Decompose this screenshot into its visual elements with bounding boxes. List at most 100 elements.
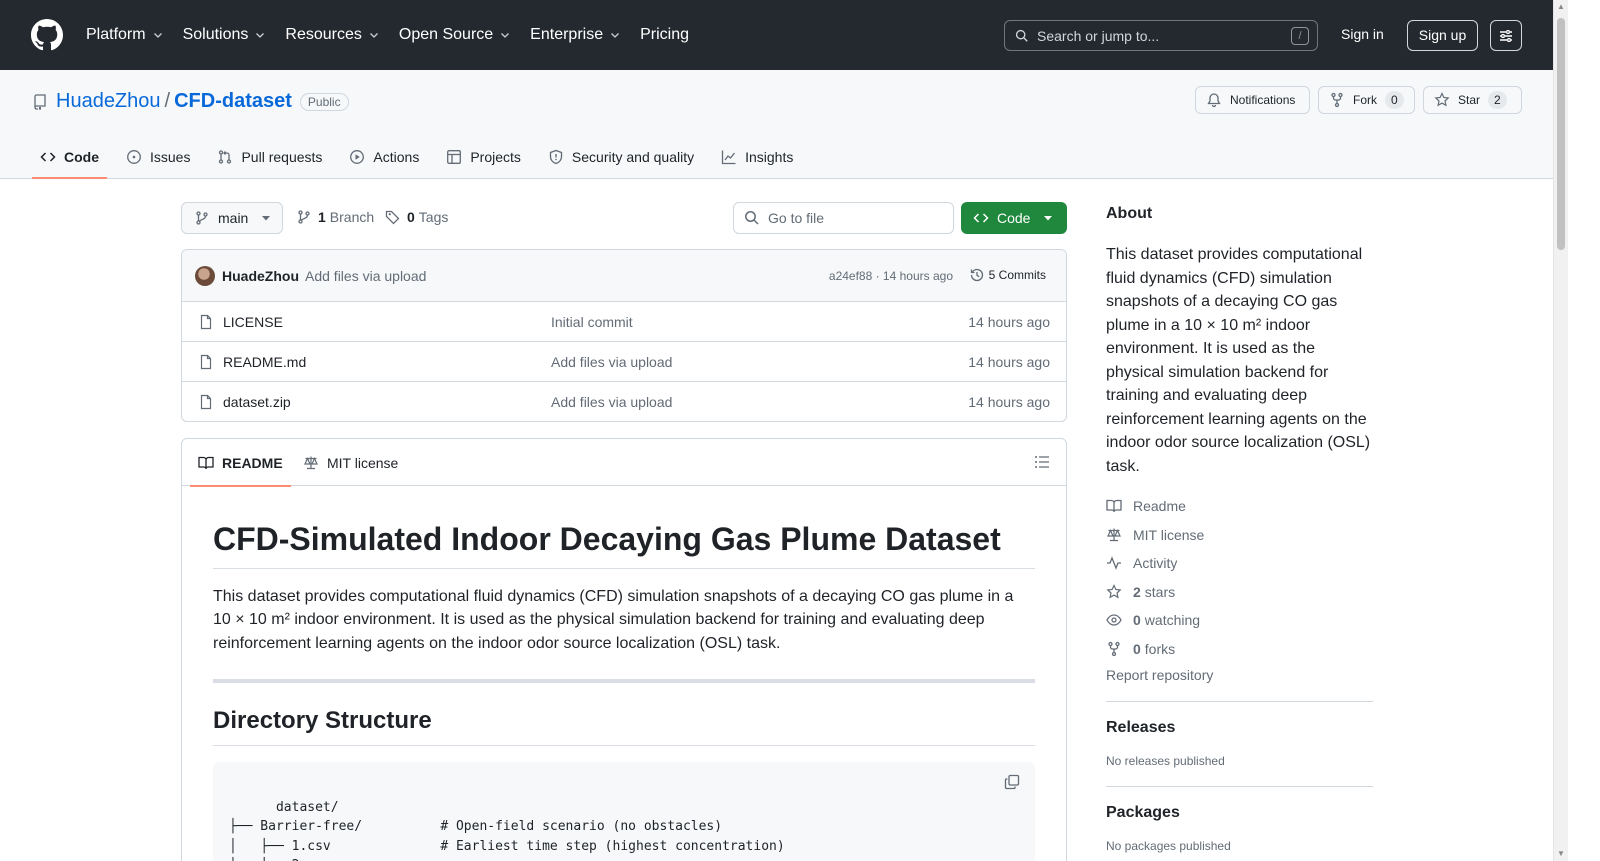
tab-actions-label: Actions (373, 149, 420, 165)
tab-code[interactable]: Code (32, 137, 107, 179)
nav-open-source[interactable]: Open Source (399, 24, 511, 46)
nav-resources-label: Resources (285, 26, 362, 43)
commit-sha-time[interactable]: a24ef88 · 14 hours ago (829, 269, 953, 283)
commit-author[interactable]: HuadeZhou (222, 268, 299, 284)
tab-license[interactable]: MIT license (303, 439, 398, 486)
readme-intro: This dataset provides computational flui… (213, 587, 1014, 652)
file-name[interactable]: LICENSE (223, 314, 283, 330)
search-shortcut-key: / (1291, 27, 1309, 45)
file-row[interactable]: LICENSE Initial commit 14 hours ago (182, 302, 1066, 342)
tab-code-label: Code (64, 149, 99, 165)
tab-readme[interactable]: README (190, 439, 291, 487)
chevron-down-icon (369, 33, 378, 38)
tag-label: Tags (418, 209, 449, 225)
avatar[interactable] (195, 266, 215, 286)
watching-count: 0 (1133, 612, 1141, 629)
tags-link[interactable]: 0 Tags (385, 209, 448, 225)
scroll-up-arrow-icon[interactable]: ▲ (1557, 3, 1565, 11)
code-block: dataset/ ├── Barrier-free/ # Open-field … (213, 762, 1035, 861)
watchers-link[interactable]: 0 watching (1106, 606, 1373, 635)
star-button[interactable]: Star 2 (1423, 86, 1522, 114)
file-name[interactable]: README.md (223, 354, 306, 370)
file-commit-message[interactable]: Add files via upload (551, 354, 672, 370)
nav-enterprise-label: Enterprise (530, 26, 604, 43)
pulse-icon (1107, 556, 1121, 571)
file-age: 14 hours ago (968, 394, 1050, 410)
sign-up-button[interactable]: Sign up (1407, 20, 1478, 51)
github-logo-icon[interactable] (31, 19, 63, 51)
repo-owner-link[interactable]: HuadeZhou (56, 90, 161, 113)
nav-platform[interactable]: Platform (86, 24, 164, 46)
visibility-badge: Public (299, 92, 349, 111)
branch-count: 1 (318, 209, 326, 225)
page-scrollbar[interactable]: ▲ ▼ (1553, 0, 1568, 861)
file-name[interactable]: dataset.zip (223, 394, 291, 410)
nav-resources[interactable]: Resources (285, 24, 379, 46)
commit-message[interactable]: Add files via upload (305, 268, 426, 284)
tab-security[interactable]: Security and quality (540, 137, 702, 177)
tab-security-label: Security and quality (571, 149, 695, 165)
code-button-label: Code (997, 210, 1031, 226)
copy-icon[interactable] (1004, 774, 1020, 790)
stars-count: 2 (1133, 583, 1141, 600)
notifications-button[interactable]: Notifications (1195, 86, 1310, 114)
readme-link[interactable]: Readme (1106, 492, 1373, 521)
menu-button[interactable] (1490, 20, 1522, 51)
branches-link[interactable]: 1 Branch (296, 209, 374, 225)
go-to-file-input[interactable]: Go to file (733, 202, 954, 234)
nav-pricing[interactable]: Pricing (640, 24, 689, 46)
book-icon (1106, 500, 1122, 513)
star-icon (1434, 92, 1450, 107)
tab-projects[interactable]: Projects (438, 137, 529, 177)
fork-button[interactable]: Fork 0 (1318, 86, 1415, 114)
repo-name-link[interactable]: CFD-dataset (174, 90, 292, 113)
table-icon (447, 150, 462, 164)
about-links: Readme MIT license Activity 2 stars 0 watc… (1106, 492, 1373, 663)
watching-label: watching (1144, 612, 1201, 629)
code-icon (973, 213, 989, 223)
tab-pull-requests[interactable]: Pull requests (209, 137, 330, 177)
tab-actions[interactable]: Actions (341, 137, 427, 177)
commits-link[interactable]: 5 Commits (969, 267, 1046, 283)
bell-icon (1207, 93, 1221, 108)
readme-body: CFD-Simulated Indoor Decaying Gas Plume … (213, 521, 1035, 861)
search-input[interactable]: Search or jump to... / (1004, 20, 1318, 51)
section-heading: Directory Structure (213, 707, 1035, 747)
commits-count: 5 Commits (988, 268, 1046, 282)
stars-link[interactable]: 2 stars (1106, 578, 1373, 607)
chevron-down-icon (153, 33, 162, 38)
packages-heading[interactable]: Packages (1106, 804, 1373, 822)
license-link[interactable]: MIT license (1106, 521, 1373, 550)
code-dropdown-button[interactable]: Code (961, 202, 1067, 234)
nav-platform-label: Platform (86, 26, 146, 43)
graph-icon (721, 150, 736, 165)
forks-link[interactable]: 0 forks (1106, 635, 1373, 664)
code-text: dataset/ ├── Barrier-free/ # Open-field … (229, 799, 785, 861)
file-commit-message[interactable]: Initial commit (551, 314, 633, 330)
scroll-thumb[interactable] (1557, 18, 1565, 250)
repo-sidebar: About This dataset provides computationa… (1106, 202, 1373, 853)
file-commit-message[interactable]: Add files via upload (551, 394, 672, 410)
file-row[interactable]: README.md Add files via upload 14 hours … (182, 342, 1066, 382)
nav-solutions[interactable]: Solutions (183, 24, 267, 46)
packages-note: No packages published (1106, 839, 1231, 853)
fork-label: Fork (1353, 93, 1377, 107)
play-icon (350, 150, 365, 164)
eye-icon (1106, 614, 1122, 626)
tab-insights[interactable]: Insights (713, 137, 801, 177)
nav-enterprise[interactable]: Enterprise (530, 24, 621, 46)
report-repository-link[interactable]: Report repository (1106, 667, 1373, 683)
activity-link[interactable]: Activity (1106, 549, 1373, 578)
repo-title: HuadeZhou / CFD-dataset Public (32, 90, 349, 113)
releases-heading[interactable]: Releases (1106, 719, 1373, 737)
tab-issues[interactable]: Issues (118, 137, 198, 177)
branch-selector[interactable]: main (181, 202, 283, 234)
chevron-down-icon (611, 33, 620, 38)
file-row[interactable]: dataset.zip Add files via upload 14 hour… (182, 382, 1066, 421)
history-icon (970, 268, 983, 282)
sign-in-link[interactable]: Sign in (1341, 26, 1384, 42)
scroll-down-arrow-icon[interactable]: ▼ (1557, 850, 1565, 858)
list-unordered-icon[interactable] (1034, 454, 1050, 470)
divider (213, 679, 1035, 684)
about-description: This dataset provides computational flui… (1106, 246, 1371, 475)
